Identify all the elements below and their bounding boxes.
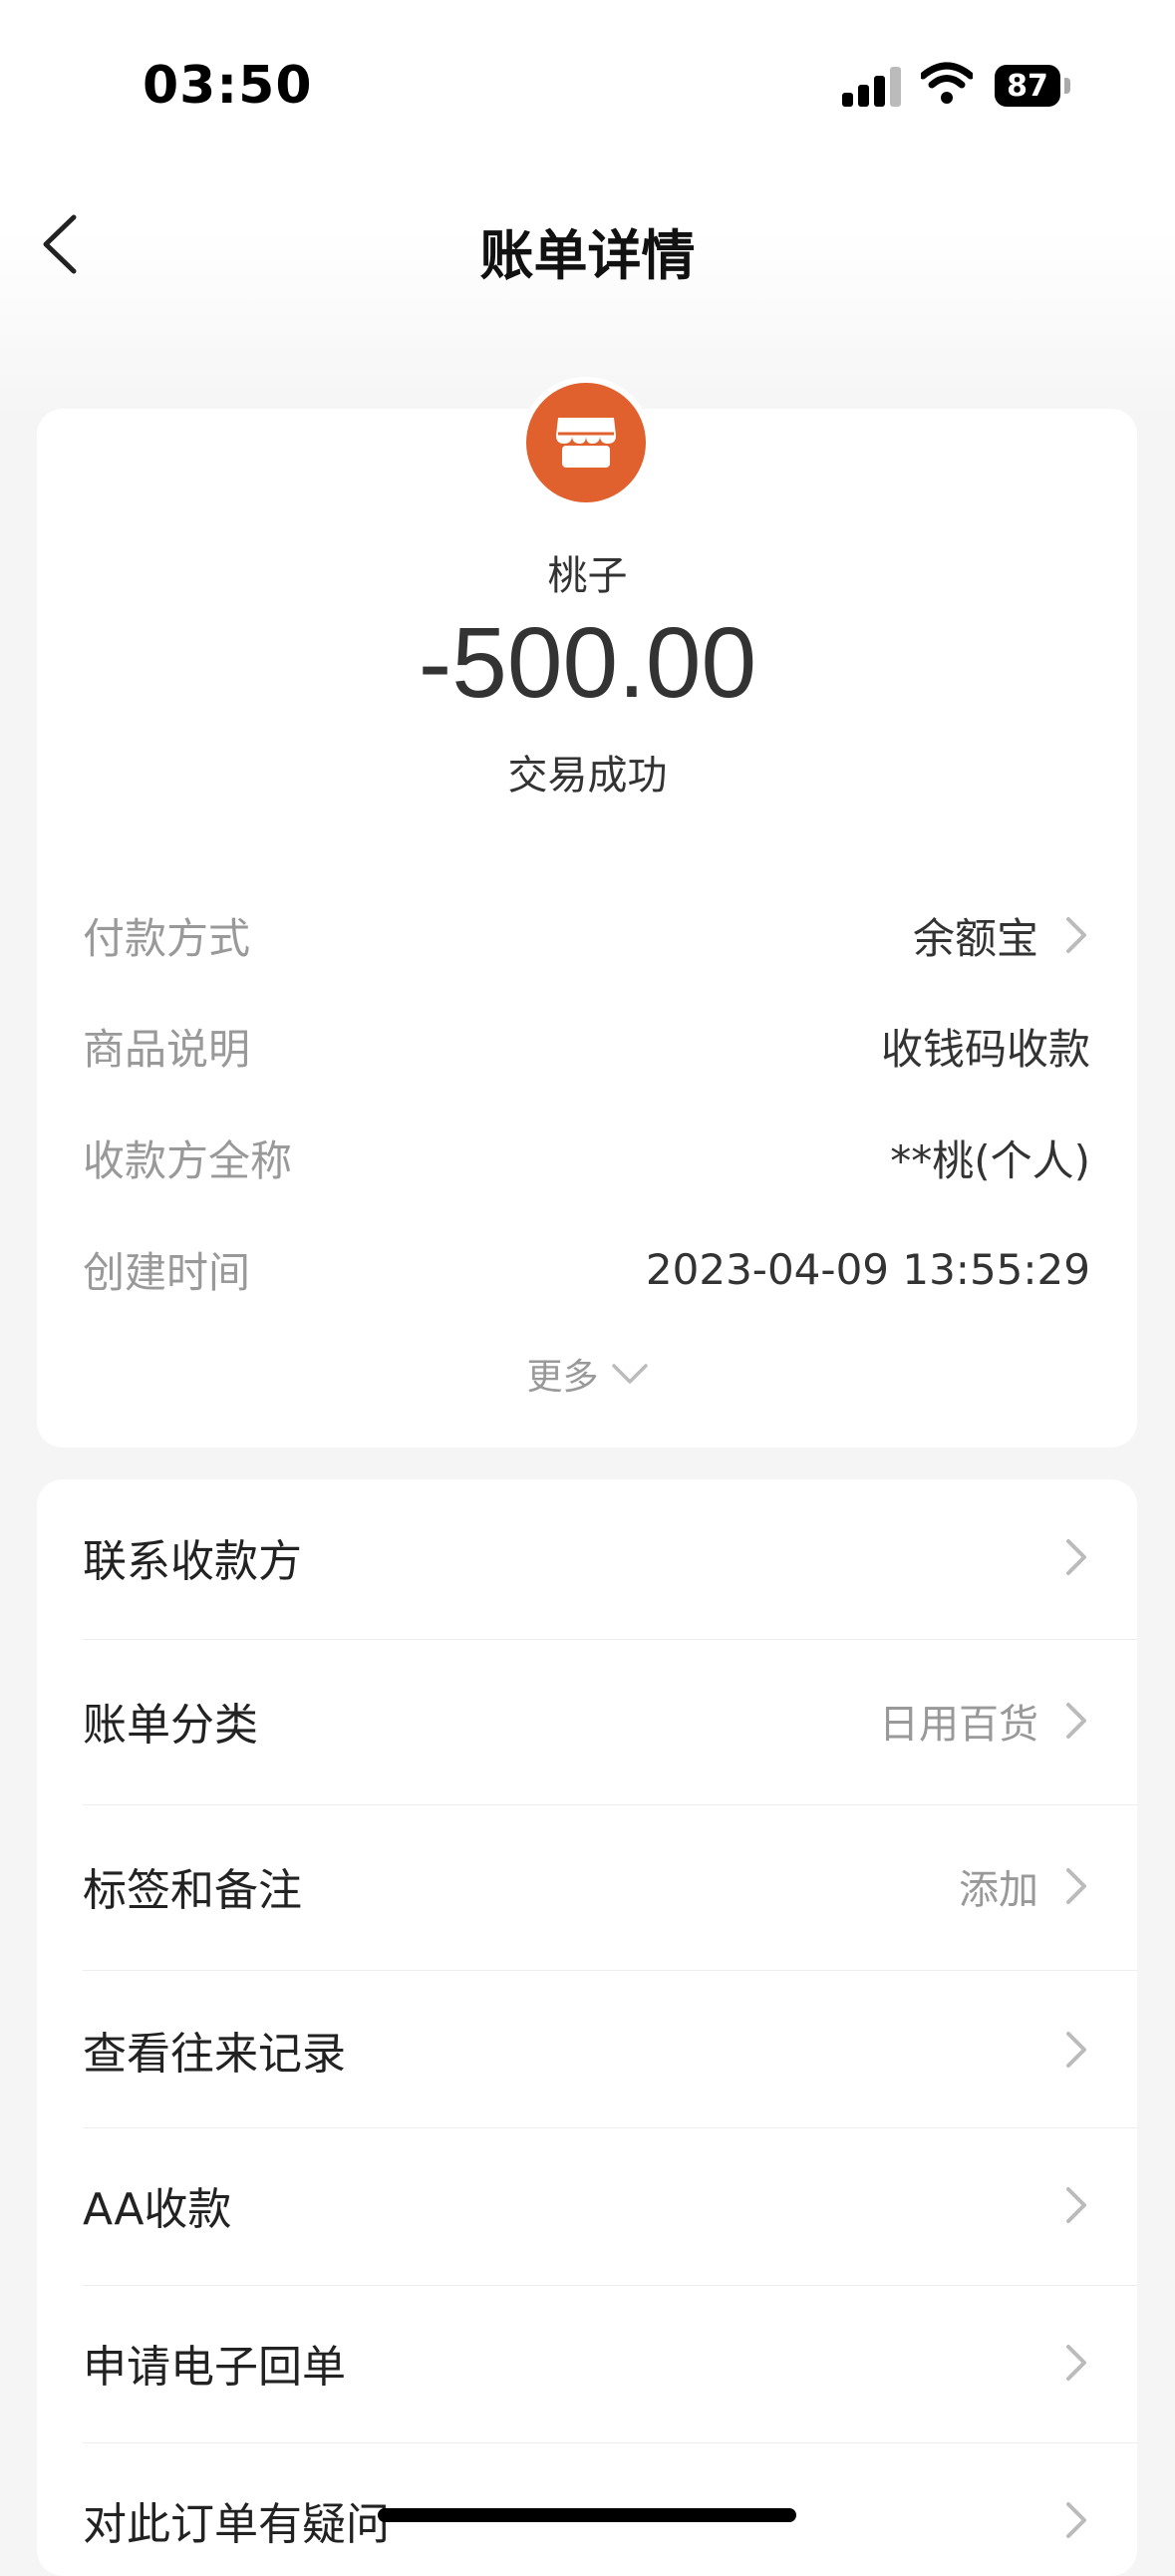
more-toggle[interactable]: 更多 (0, 1348, 1175, 1400)
detail-label: 商品说明 (83, 1024, 251, 1074)
menu-item-aa-collect[interactable]: AA收款 (83, 2165, 1090, 2245)
detail-row-product: 商品说明 收钱码收款 (83, 1016, 1090, 1076)
detail-value: 余额宝 (912, 913, 1038, 963)
divider (83, 1970, 1137, 1971)
menu-label: 查看往来记录 (83, 2029, 346, 2080)
menu-label: AA收款 (83, 2184, 232, 2235)
menu-label: 标签和备注 (83, 1865, 302, 1916)
detail-label: 收款方全称 (83, 1135, 293, 1185)
menu-item-bill-category[interactable]: 账单分类 日用百货 (83, 1681, 1090, 1761)
menu-item-history[interactable]: 查看往来记录 (83, 2010, 1090, 2090)
transaction-status: 交易成功 (507, 753, 668, 799)
cellular-signal-icon (842, 65, 902, 107)
chevron-right-icon (1066, 2032, 1086, 2068)
divider (83, 2127, 1137, 2128)
status-time: 03:50 (143, 56, 313, 116)
divider (83, 1639, 1137, 1640)
detail-value: 2023-04-09 13:55:29 (645, 1244, 1090, 1294)
detail-label: 创建时间 (83, 1247, 251, 1297)
home-indicator[interactable] (378, 2508, 796, 2522)
chevron-right-icon (1066, 2187, 1086, 2223)
page-title: 账单详情 (479, 224, 696, 287)
menu-label: 联系收款方 (83, 1536, 302, 1587)
menu-label: 对此订单有疑问 (83, 2499, 390, 2550)
chevron-right-icon (1066, 1539, 1086, 1575)
chevron-down-icon (611, 1364, 648, 1384)
payee-name: 桃子 (547, 553, 628, 599)
detail-label: 付款方式 (83, 913, 251, 963)
menu-value: 添加 (959, 1867, 1038, 1913)
chevron-right-icon (1066, 917, 1086, 953)
menu-item-e-receipt[interactable]: 申请电子回单 (83, 2323, 1090, 2403)
chevron-right-icon (1066, 1703, 1086, 1739)
detail-value: 收钱码收款 (880, 1024, 1090, 1074)
battery-icon: 87 (995, 65, 1060, 107)
menu-label: 申请电子回单 (83, 2342, 346, 2393)
divider (83, 2442, 1137, 2443)
divider (83, 2285, 1137, 2286)
merchant-avatar (526, 383, 646, 502)
more-label: 更多 (526, 1357, 599, 1398)
menu-value: 日用百货 (879, 1702, 1038, 1748)
menu-label: 账单分类 (83, 1700, 258, 1751)
chevron-right-icon (1066, 1868, 1086, 1904)
divider (83, 1804, 1137, 1805)
detail-value: **桃(个人) (890, 1135, 1090, 1185)
transaction-amount: -500.00 (418, 607, 757, 719)
detail-row-payee-fullname: 收款方全称 **桃(个人) (83, 1127, 1090, 1187)
menu-item-contact-payee[interactable]: 联系收款方 (83, 1517, 1090, 1597)
menu-item-tags-notes[interactable]: 标签和备注 添加 (83, 1846, 1090, 1926)
detail-row-payment-method[interactable]: 付款方式 余额宝 (83, 905, 1090, 965)
store-icon (556, 418, 616, 468)
battery-cap (1064, 78, 1070, 94)
detail-row-created-time: 创建时间 2023-04-09 13:55:29 (83, 1239, 1090, 1299)
chevron-right-icon (1066, 2345, 1086, 2381)
chevron-right-icon (1066, 2502, 1086, 2538)
wifi-icon (919, 62, 975, 106)
